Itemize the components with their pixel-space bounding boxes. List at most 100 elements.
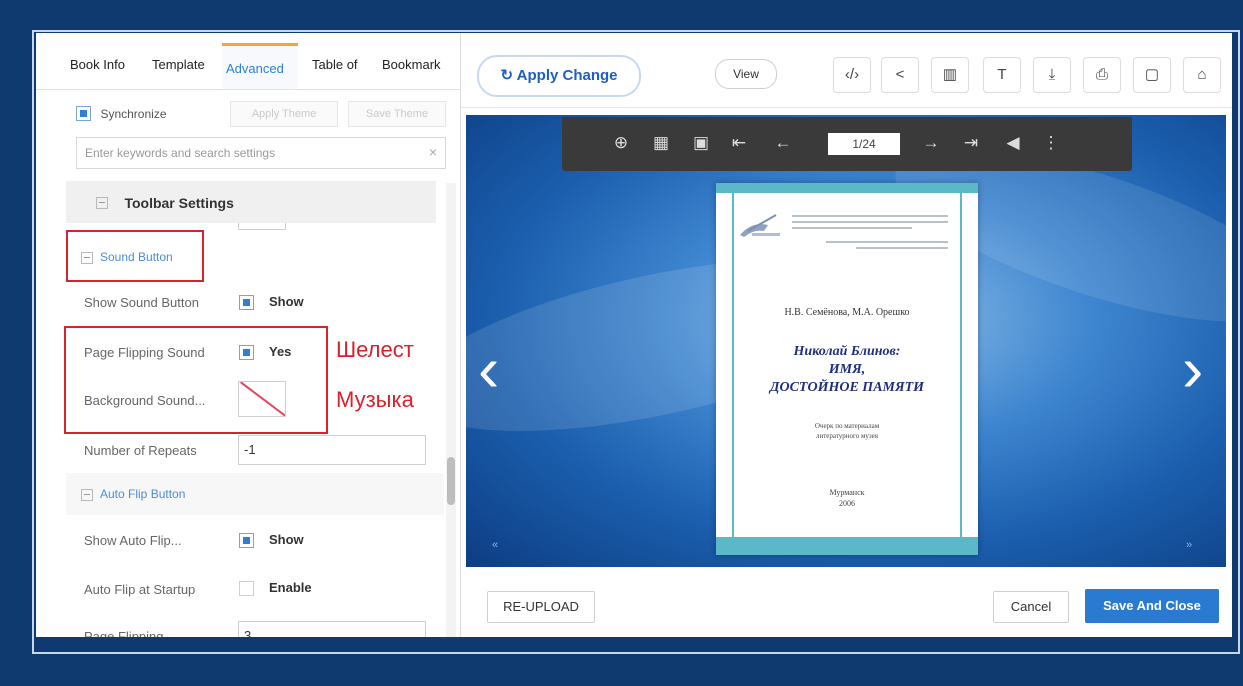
search-placeholder: Enter keywords and search settings (85, 146, 276, 160)
thumbnails-icon[interactable]: ▦ (650, 133, 672, 153)
show-auto-flip-checkbox[interactable] (239, 533, 254, 548)
save-and-close-button[interactable]: Save And Close (1085, 589, 1219, 623)
next-arrow-icon[interactable]: › (1182, 337, 1203, 401)
lock-icon[interactable]: ⌂ (1183, 57, 1221, 93)
page-flipping-label: Page Flipping ... (84, 629, 178, 637)
book-imprint: Мурманск 2006 (716, 487, 978, 509)
apply-theme-button[interactable]: Apply Theme (230, 101, 338, 127)
show-sound-button-value: Show (269, 294, 304, 309)
number-of-repeats-input[interactable]: -1 (238, 435, 426, 465)
sound-icon[interactable]: ◀ (1002, 133, 1024, 153)
auto-flip-group-title: Auto Flip Button (100, 487, 186, 501)
cover-bottom-bar (716, 537, 978, 555)
collapse-icon (81, 489, 93, 501)
download-icon[interactable]: ⤓ (1033, 57, 1071, 93)
book-cover[interactable]: Н.В. Семёнова, М.А. Орешко Николай Блино… (716, 183, 978, 555)
view-button[interactable]: View (715, 59, 777, 89)
synchronize-checkbox[interactable] (76, 106, 91, 122)
auto-flip-startup-value: Enable (269, 580, 312, 595)
editor-toolbar: ↻ Apply Change View ‹/› < ▥ T ⤓ ⎙ ▢ ⌂ (461, 33, 1232, 108)
auto-flip-startup-checkbox[interactable] (239, 581, 254, 596)
auto-flip-startup-label: Auto Flip at Startup (84, 582, 196, 597)
toolbar-settings-group[interactable]: Toolbar Settings (66, 181, 436, 223)
settings-panel: Book Info Template Advanced Table of Boo… (36, 33, 461, 637)
previous-page-icon[interactable]: ← (772, 133, 794, 153)
tab-book-info[interactable]: Book Info (70, 57, 125, 72)
annotation-music: Музыка (336, 387, 414, 412)
header-text-line (856, 247, 948, 249)
book-title-line: Николай Блинов: (793, 344, 901, 359)
book-preview: ⊕ ▦ ▣ ⇤ ← 1/24 → ⇥ ◀ ⋮ ‹ › « » Н.В. Семё… (466, 115, 1226, 567)
sound-options-highlight (64, 326, 328, 434)
show-auto-flip-value: Show (269, 532, 304, 547)
book-subtitle-line: Очерк по материалам (814, 422, 880, 430)
number-of-repeats-value: -1 (244, 442, 256, 457)
next-page-icon[interactable]: → (920, 133, 942, 153)
apply-change-label: Apply Change (516, 67, 618, 84)
page-flipping-sound-label: Page Flipping Sound (84, 345, 205, 360)
book-title-line: ИМЯ, (828, 362, 866, 377)
page-flipping-sound-checkbox[interactable] (239, 345, 254, 360)
book-subtitle-line: литературного музея (815, 432, 878, 440)
book-title-line: ДОСТОЙНОЕ ПАМЯТИ (769, 380, 925, 395)
settings-tabs: Book Info Template Advanced Table of Boo… (36, 43, 460, 90)
show-auto-flip-label: Show Auto Flip... (84, 533, 182, 548)
cover-top-bar (716, 183, 978, 193)
header-text-line (826, 241, 948, 243)
header-text-line (792, 215, 948, 217)
scrollbar-thumb[interactable] (447, 457, 455, 505)
tab-advanced[interactable]: Advanced (226, 61, 284, 76)
show-sound-button-label: Show Sound Button (84, 295, 199, 310)
page-flipping-value: 3 (244, 628, 252, 637)
toolbar-settings-title: Toolbar Settings (124, 194, 234, 211)
single-page-icon[interactable]: ▣ (690, 133, 712, 153)
background-sound-picker[interactable] (238, 381, 286, 417)
copy-icon[interactable]: ▢ (1133, 57, 1171, 93)
flipbook-editor: Book Info Template Advanced Table of Boo… (36, 33, 1232, 637)
book-year: 2006 (839, 499, 855, 508)
refresh-icon: ↻ (500, 67, 514, 84)
share-icon[interactable]: < (881, 57, 919, 93)
save-theme-button[interactable]: Save Theme (348, 101, 446, 127)
page-flipping-input[interactable]: 3 (238, 621, 426, 637)
synchronize-row: Synchronize (76, 105, 167, 123)
book-city: Мурманск (829, 488, 865, 497)
show-sound-button-checkbox[interactable] (239, 295, 254, 310)
last-page-icon[interactable]: ⇥ (960, 133, 982, 153)
more-options-icon[interactable]: ⋮ (1040, 133, 1062, 153)
library-logo-icon (740, 214, 780, 237)
collapse-icon (81, 252, 93, 264)
tab-bookmark[interactable]: Bookmark (382, 57, 441, 72)
zoom-in-icon[interactable]: ⊕ (610, 133, 632, 153)
page-number-input[interactable]: 1/24 (828, 133, 900, 155)
collapse-icon (96, 196, 108, 209)
print-icon[interactable]: ⎙ (1083, 57, 1121, 93)
tab-table-of-contents[interactable]: Table of (312, 57, 358, 72)
tab-template[interactable]: Template (152, 57, 205, 72)
header-text-line (792, 221, 948, 223)
clear-search-icon[interactable]: × (429, 144, 437, 160)
book-authors: Н.В. Семёнова, М.А. Орешко (784, 307, 910, 318)
background-sound-label: Background Sound... (84, 393, 206, 408)
number-of-repeats-label: Number of Repeats (84, 443, 197, 458)
footer-actions: RE-UPLOAD Cancel Save And Close (461, 567, 1232, 637)
settings-search-input[interactable]: Enter keywords and search settings × (76, 137, 446, 169)
active-tab-indicator (222, 43, 298, 46)
previous-arrow-icon[interactable]: ‹ (478, 337, 499, 401)
page-flipping-sound-value: Yes (269, 344, 292, 359)
sound-button-group-title[interactable]: Sound Button (100, 250, 173, 264)
cancel-button[interactable]: Cancel (993, 591, 1069, 623)
header-text-line (792, 227, 912, 229)
first-corner-icon[interactable]: « (492, 539, 498, 551)
code-icon[interactable]: ‹/› (833, 57, 871, 93)
text-icon[interactable]: T (983, 57, 1021, 93)
re-upload-button[interactable]: RE-UPLOAD (487, 591, 595, 623)
annotation-rustle: Шелест (336, 337, 414, 362)
columns-icon[interactable]: ▥ (931, 57, 969, 93)
book-subtitle: Очерк по материалам литературного музея (716, 421, 978, 441)
first-page-icon[interactable]: ⇤ (728, 133, 750, 153)
last-corner-icon[interactable]: » (1186, 539, 1192, 551)
viewer-toolbar: ⊕ ▦ ▣ ⇤ ← 1/24 → ⇥ ◀ ⋮ (562, 117, 1132, 171)
apply-change-button[interactable]: ↻ Apply Change (477, 55, 641, 97)
settings-scrollbar[interactable] (446, 183, 456, 637)
